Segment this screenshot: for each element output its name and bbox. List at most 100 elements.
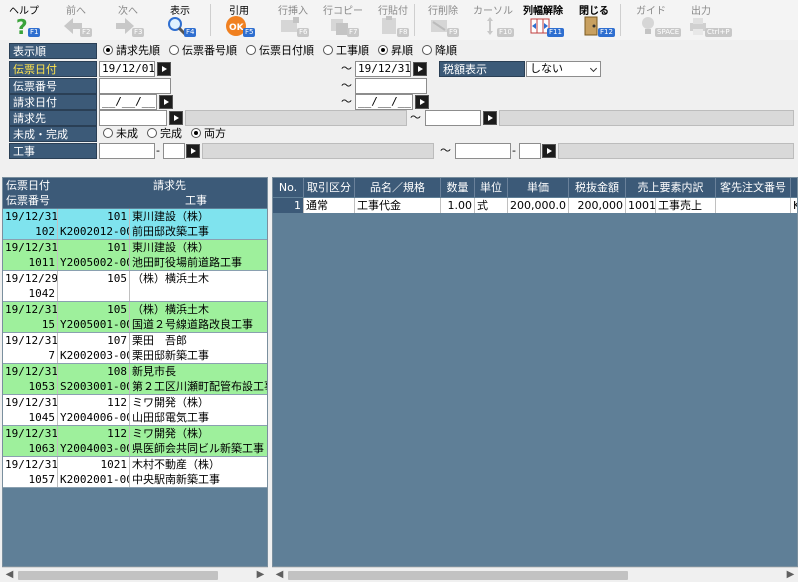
toolbar-button-row-insert[interactable]: 行挿入 F6 [270, 0, 316, 40]
detail-cell-price[interactable]: 200,000.0 [508, 198, 569, 213]
detail-grid[interactable]: No. 取引区分 品名／規格 数量 単位 単価 税抜金額 売上要素内訳 客先注文番号 1 通常 工事… [272, 177, 798, 567]
function-key-badge: F9 [447, 28, 460, 37]
slip-date-cell: 19/12/31 [5, 426, 58, 441]
detail-cell-yoso-code[interactable]: 1001 [626, 198, 656, 213]
construction-code-cell: Y2005001-00 [60, 317, 130, 332]
detail-cell-qty[interactable]: 1.00 [441, 198, 475, 213]
status-radio-group[interactable]: 未成 完成 両方 [103, 126, 235, 142]
detail-cell-no[interactable]: 1 [273, 198, 304, 213]
list-record-line2[interactable]: 1063 Y2004003-00 県医師会共同ビル新築工事 [3, 441, 267, 456]
slip-list-hscrollbar[interactable]: ◀ ▶ [2, 567, 268, 582]
slip-date-to-input[interactable]: 19/12/31 [355, 61, 411, 77]
billing-date-from-calendar-button[interactable] [159, 95, 173, 109]
detail-header-4: 単位 [475, 178, 508, 197]
scroll-left-icon[interactable]: ◀ [2, 568, 17, 582]
toolbar-button-help[interactable]: ヘルプ? F1 [0, 0, 48, 40]
customer-code-cell: 105 [58, 302, 130, 317]
list-record-line1[interactable]: 19/12/31 1021 木村不動産（株） [3, 457, 267, 472]
toolbar-button-row-delete[interactable]: 行削除 F9 [420, 0, 466, 40]
radio-icon [191, 128, 201, 138]
slip-date-cell: 19/12/31 [5, 395, 58, 410]
toolbar-button-arrow-right[interactable]: 次へ F3 [104, 0, 152, 40]
construction-to-code-input[interactable] [455, 143, 511, 159]
slip-number-from-input[interactable] [99, 78, 171, 94]
slip-date-from-input[interactable]: 19/12/01 [99, 61, 155, 77]
sort-option-1[interactable]: 伝票番号順 [169, 44, 237, 57]
slip-number-cell: 1042 [3, 286, 58, 301]
function-key-badge: F11 [547, 28, 564, 37]
tax-display-select[interactable]: しない [526, 61, 601, 77]
sort-direction-option-1[interactable]: 降順 [422, 44, 457, 57]
toolbar-button-print[interactable]: 出力 Ctrl+P [678, 0, 732, 40]
list-record-line2[interactable]: 7 K2002003-00 栗田邸新築工事 [3, 348, 267, 363]
list-record-line1[interactable]: 19/12/31 107 栗田 吾郎 [3, 333, 267, 348]
slip-list[interactable]: 伝票日付 請求先 伝票番号 工事 19/12/31 101 東川建設（株） 102 K2… [2, 177, 268, 567]
detail-grid-hscrollbar[interactable]: ◀ ▶ [272, 567, 798, 582]
list-record-line1[interactable]: 19/12/29 105 （株）横浜土木 [3, 271, 267, 286]
list-record-line1[interactable]: 19/12/31 105 （株）横浜土木 [3, 302, 267, 317]
bill-to-from-search-button[interactable] [169, 111, 183, 125]
detail-cell-yoso-name[interactable]: 工事売上 [656, 198, 716, 213]
customer-code-cell: 101 [58, 209, 130, 224]
list-record-line1[interactable]: 19/12/31 101 東川建設（株） [3, 240, 267, 255]
tax-display-value: しない [530, 62, 563, 75]
scroll-thumb[interactable] [18, 571, 218, 580]
toolbar-button-guide[interactable]: ガイド SPACE [628, 0, 682, 40]
scroll-right-icon[interactable]: ▶ [253, 568, 268, 582]
status-option-1[interactable]: 完成 [147, 127, 182, 140]
slip-date-to-calendar-button[interactable] [413, 62, 427, 76]
construction-from-search-button[interactable] [186, 144, 200, 158]
status-option-0[interactable]: 未成 [103, 127, 138, 140]
construction-from-branch-input[interactable] [163, 143, 185, 159]
toolbar-button-row-paste[interactable]: 行貼付 F8 [370, 0, 416, 40]
billing-date-to-input[interactable]: __/__/__ [355, 94, 413, 110]
list-record-line2[interactable]: 15 Y2005001-00 国道２号線道路改良工事 [3, 317, 267, 332]
sort-radio-group[interactable]: 請求先順 伝票番号順 伝票日付順 工事順 [103, 43, 378, 59]
toolbar-button-magnifier[interactable]: 表示 F4 [156, 0, 204, 40]
customer-code-cell: 105 [58, 271, 130, 286]
customer-name-cell: ミワ開発（株） [132, 427, 209, 440]
detail-row[interactable]: 1通常工事代金1.00式200,000.0200,0001001工事売上 K [273, 198, 797, 213]
list-record-line1[interactable]: 19/12/31 112 ミワ開発（株） [3, 426, 267, 441]
billing-date-from-input[interactable]: __/__/__ [99, 94, 157, 110]
detail-cell-order-no[interactable] [716, 198, 791, 213]
sort-direction-radio-group[interactable]: 昇順 降順 [378, 43, 466, 59]
sort-direction-option-0[interactable]: 昇順 [378, 44, 413, 57]
list-record-line2[interactable]: 1045 Y2004006-00 山田邸電気工事 [3, 410, 267, 425]
bill-to-to-search-button[interactable] [483, 111, 497, 125]
list-record-line2[interactable]: 1057 K2002001-00 中央駅南新築工事 [3, 472, 267, 487]
slip-number-to-input[interactable] [355, 78, 427, 94]
construction-to-branch-input[interactable] [519, 143, 541, 159]
sort-option-0[interactable]: 請求先順 [103, 44, 160, 57]
detail-cell-hinmei[interactable]: 工事代金 [355, 198, 441, 213]
list-record-line1[interactable]: 19/12/31 101 東川建設（株） [3, 209, 267, 224]
scroll-right-icon[interactable]: ▶ [783, 568, 798, 582]
toolbar-button-column-width[interactable]: 列幅解除 F11 [522, 0, 564, 40]
status-option-2[interactable]: 両方 [191, 127, 226, 140]
list-record-line1[interactable]: 19/12/31 112 ミワ開発（株） [3, 395, 267, 410]
scroll-left-icon[interactable]: ◀ [272, 568, 287, 582]
detail-cell-amount[interactable]: 200,000 [569, 198, 626, 213]
toolbar-button-close-door[interactable]: 閉じる F12 [566, 0, 622, 40]
list-record-line1[interactable]: 19/12/31 108 新見市長 [3, 364, 267, 379]
toolbar-button-cursor[interactable]: カーソル F10 [470, 0, 516, 40]
toolbar-button-arrow-left[interactable]: 前へ F2 [52, 0, 100, 40]
billing-date-to-calendar-button[interactable] [415, 95, 429, 109]
scroll-thumb[interactable] [288, 571, 628, 580]
sort-option-2[interactable]: 伝票日付順 [246, 44, 314, 57]
detail-cell-extra[interactable]: K [791, 198, 797, 213]
toolbar-button-row-copy[interactable]: 行コピー F7 [320, 0, 366, 40]
detail-cell-unit[interactable]: 式 [475, 198, 508, 213]
detail-cell-kubun[interactable]: 通常 [304, 198, 355, 213]
list-record-line2[interactable]: 1042 [3, 286, 267, 301]
construction-to-search-button[interactable] [542, 144, 556, 158]
slip-date-from-calendar-button[interactable] [157, 62, 171, 76]
bill-to-from-input[interactable] [99, 110, 167, 126]
sort-option-3[interactable]: 工事順 [323, 44, 369, 57]
toolbar-button-ok[interactable]: 引用 OK F5 [214, 0, 264, 40]
list-record-line2[interactable]: 1011 Y2005002-00 池田町役場前道路工事 [3, 255, 267, 270]
list-record-line2[interactable]: 102 K2002012-00 前田邸改築工事 [3, 224, 267, 239]
list-record-line2[interactable]: 1053 S2003001-00 第２工区川瀬町配管布設工事 [3, 379, 267, 394]
construction-from-code-input[interactable] [99, 143, 155, 159]
bill-to-to-input[interactable] [425, 110, 481, 126]
